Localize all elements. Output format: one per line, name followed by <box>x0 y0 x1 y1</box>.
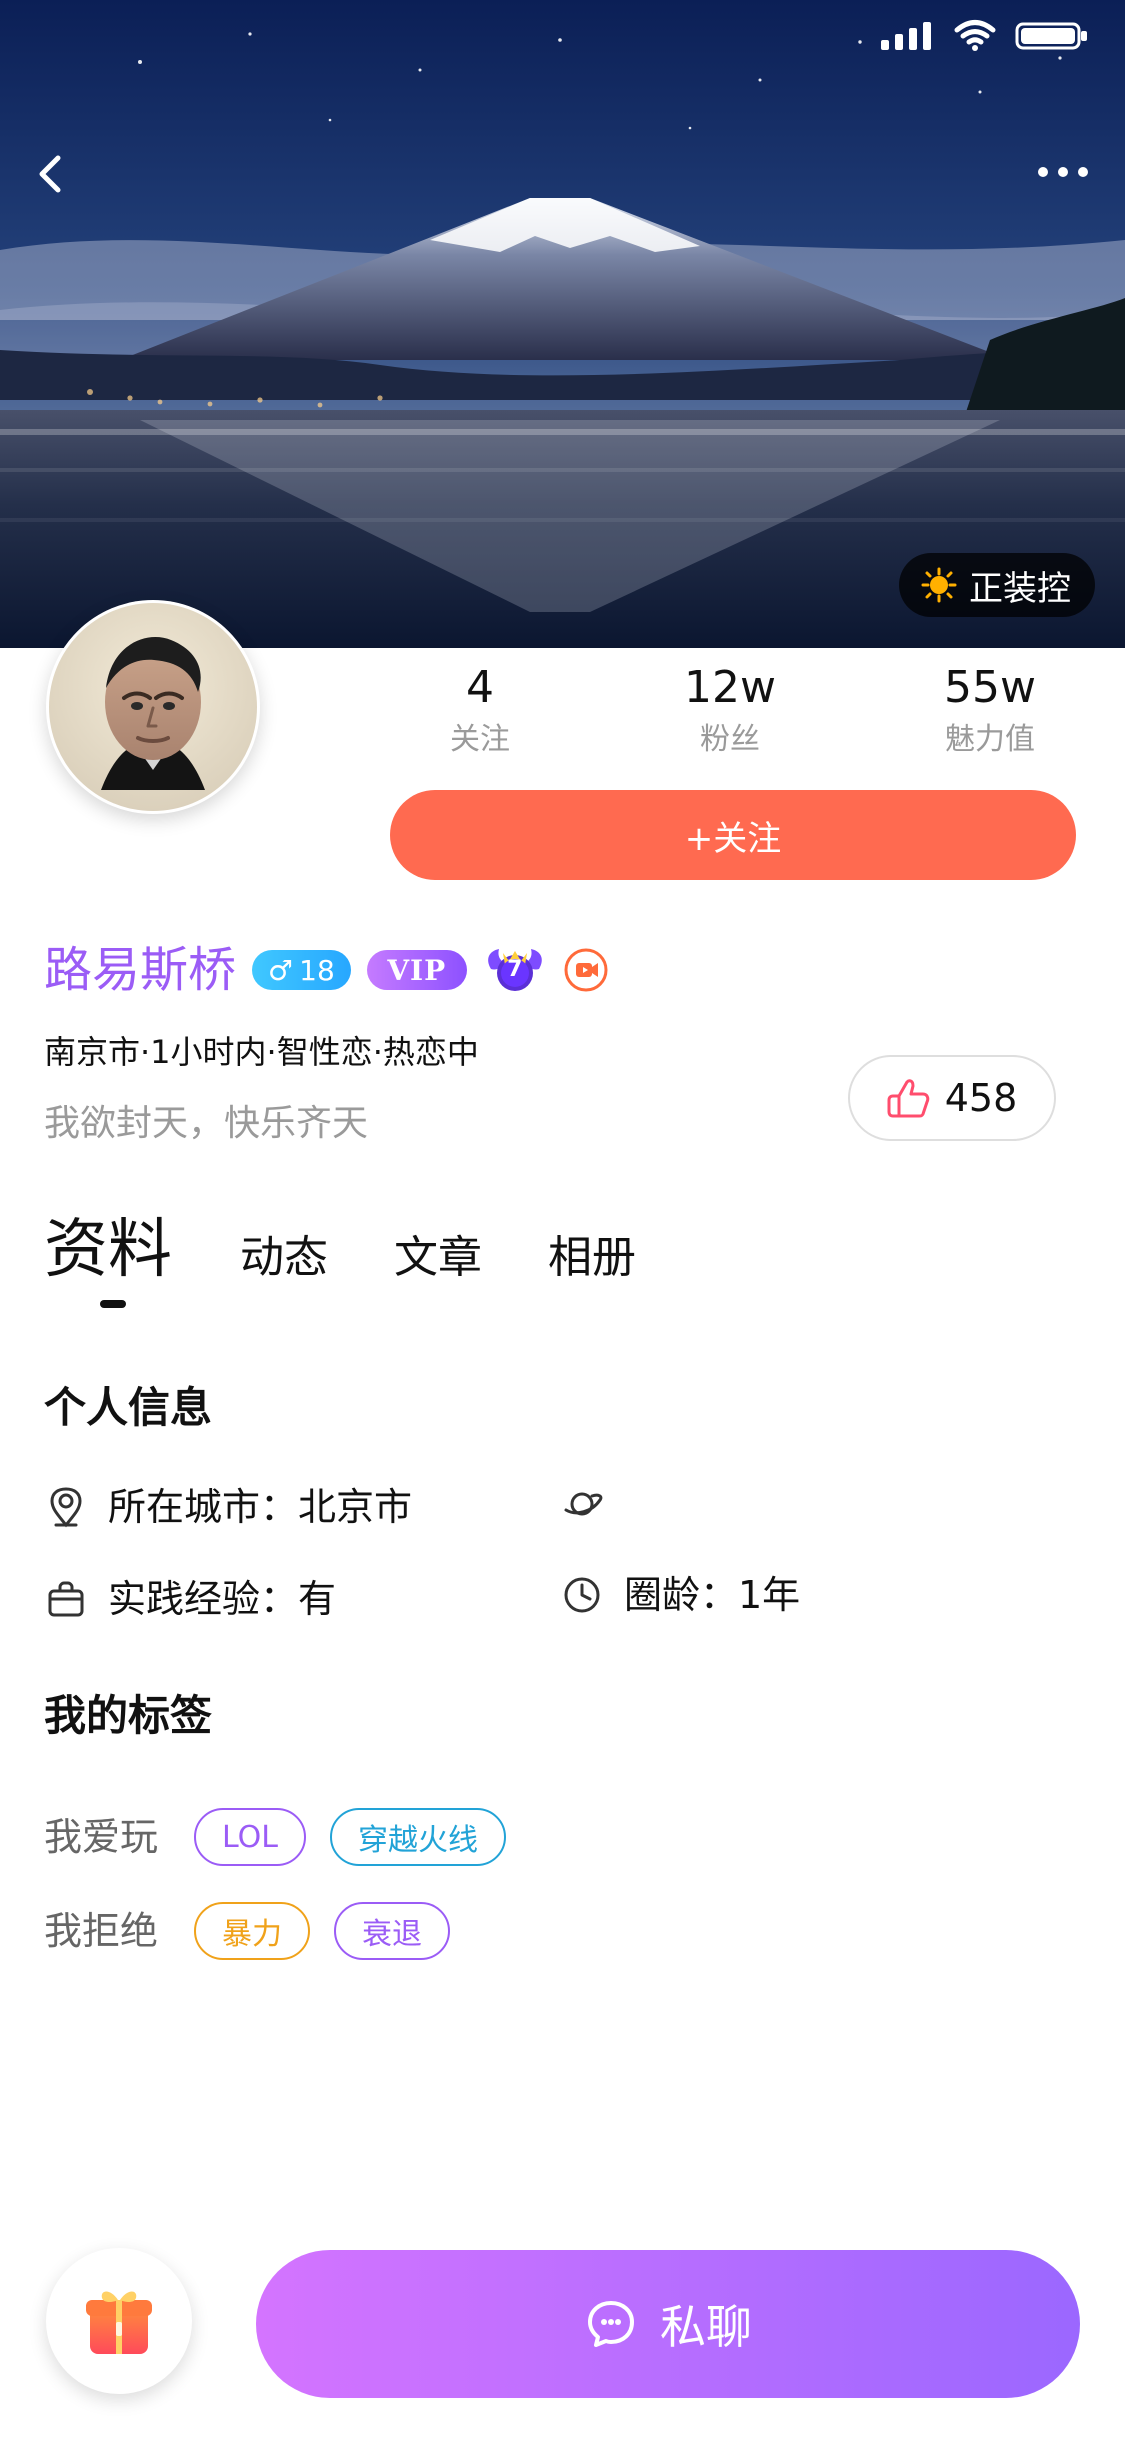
stat-value: 12w <box>684 662 776 713</box>
info-circle-age: 圈龄：1年 <box>560 1570 800 1620</box>
tab-profile[interactable]: 资料 <box>44 1208 172 1292</box>
tag-row-refuse: 我拒绝 暴力 衰退 <box>44 1902 451 1960</box>
chevron-left-icon <box>39 155 61 193</box>
level-value: 7 <box>507 957 523 982</box>
my-tags-title: 我的标签 <box>44 1691 213 1740</box>
profile-name-row: 路易斯桥 ♂ 18 VIP 7 <box>44 940 609 1000</box>
signal-icon <box>881 22 931 50</box>
like-count: 458 <box>944 1076 1018 1120</box>
info-experience: 实践经验：有 <box>44 1574 336 1624</box>
profile-page: 正装控 4 关注 12w 粉丝 55w 魅力值 +关注 路易斯桥 ♂ 18 VI… <box>0 0 1125 2439</box>
active-tab-indicator <box>100 1300 126 1308</box>
stat-label: 关注 <box>450 722 510 757</box>
tab-album[interactable]: 相册 <box>548 1226 636 1290</box>
stat-value: 55w <box>944 662 1036 713</box>
tag-decline[interactable]: 衰退 <box>334 1902 451 1960</box>
vip-badge: VIP <box>366 950 467 990</box>
stat-value: 4 <box>466 662 494 713</box>
battery-icon <box>1015 22 1087 50</box>
mountain-lake-illustration <box>0 0 1125 648</box>
male-icon: ♂ <box>268 953 294 987</box>
video-camera-icon <box>564 948 608 992</box>
tag-lol[interactable]: LOL <box>194 1808 306 1866</box>
info-circle-age-text: 圈龄：1年 <box>624 1573 801 1617</box>
info-extra <box>560 1482 604 1526</box>
stats-bar: 4 关注 12w 粉丝 55w 魅力值 <box>390 660 1090 780</box>
style-badge[interactable]: 正装控 <box>899 553 1095 617</box>
stat-charm[interactable]: 55w 魅力值 <box>900 660 1080 760</box>
follow-button[interactable]: +关注 <box>390 790 1076 880</box>
stat-label: 粉丝 <box>700 722 760 757</box>
tab-articles[interactable]: 文章 <box>394 1226 482 1290</box>
back-button[interactable] <box>28 150 76 198</box>
briefcase-icon <box>44 1577 88 1621</box>
style-badge-label: 正装控 <box>969 568 1071 609</box>
tag-row-love: 我爱玩 LOL 穿越火线 <box>44 1808 506 1866</box>
tag-violence[interactable]: 暴力 <box>194 1902 311 1960</box>
more-dots-icon <box>1038 167 1088 177</box>
profile-meta: 南京市·1小时内·智性恋·热恋中 <box>44 1033 479 1071</box>
gift-button[interactable] <box>46 2248 192 2394</box>
tag-row-love-label: 我爱玩 <box>44 1815 159 1859</box>
info-city-text: 所在城市：北京市 <box>108 1485 413 1529</box>
gender-age-badge: ♂ 18 <box>252 950 351 990</box>
info-experience-text: 实践经验：有 <box>108 1577 337 1621</box>
tab-moments[interactable]: 动态 <box>240 1226 328 1290</box>
personal-info-title: 个人信息 <box>44 1383 213 1432</box>
private-chat-label: 私聊 <box>660 2300 752 2354</box>
status-bar <box>879 18 1089 52</box>
cover-image: 正装控 <box>0 0 1125 648</box>
thumbs-up-icon <box>887 1079 930 1118</box>
tag-row-refuse-label: 我拒绝 <box>44 1909 159 1953</box>
tag-crossfire[interactable]: 穿越火线 <box>330 1808 506 1866</box>
private-chat-button[interactable]: 私聊 <box>256 2250 1080 2398</box>
avatar[interactable] <box>46 600 260 814</box>
planet-icon <box>560 1482 604 1526</box>
profile-bio: 我欲封天，快乐齐天 <box>44 1103 369 1144</box>
gift-icon <box>86 2291 152 2354</box>
avatar-portrait <box>49 603 257 811</box>
info-city: 所在城市：北京市 <box>44 1482 412 1532</box>
like-button[interactable]: 458 <box>848 1055 1056 1141</box>
chat-bubble-icon <box>588 2301 634 2347</box>
stat-label: 魅力值 <box>945 722 1035 757</box>
location-icon <box>44 1485 88 1529</box>
stat-following[interactable]: 4 关注 <box>390 660 570 760</box>
more-button[interactable] <box>1033 160 1093 184</box>
wifi-icon <box>954 20 996 51</box>
live-badge[interactable] <box>563 947 609 993</box>
stat-followers[interactable]: 12w 粉丝 <box>640 660 820 760</box>
profile-tabs: 资料 动态 文章 相册 <box>44 1208 1084 1328</box>
age-value: 18 <box>299 953 335 987</box>
sun-badge-icon <box>921 567 957 603</box>
level-badge: 7 <box>483 941 547 999</box>
profile-name: 路易斯桥 <box>44 942 237 998</box>
clock-icon <box>560 1573 604 1617</box>
